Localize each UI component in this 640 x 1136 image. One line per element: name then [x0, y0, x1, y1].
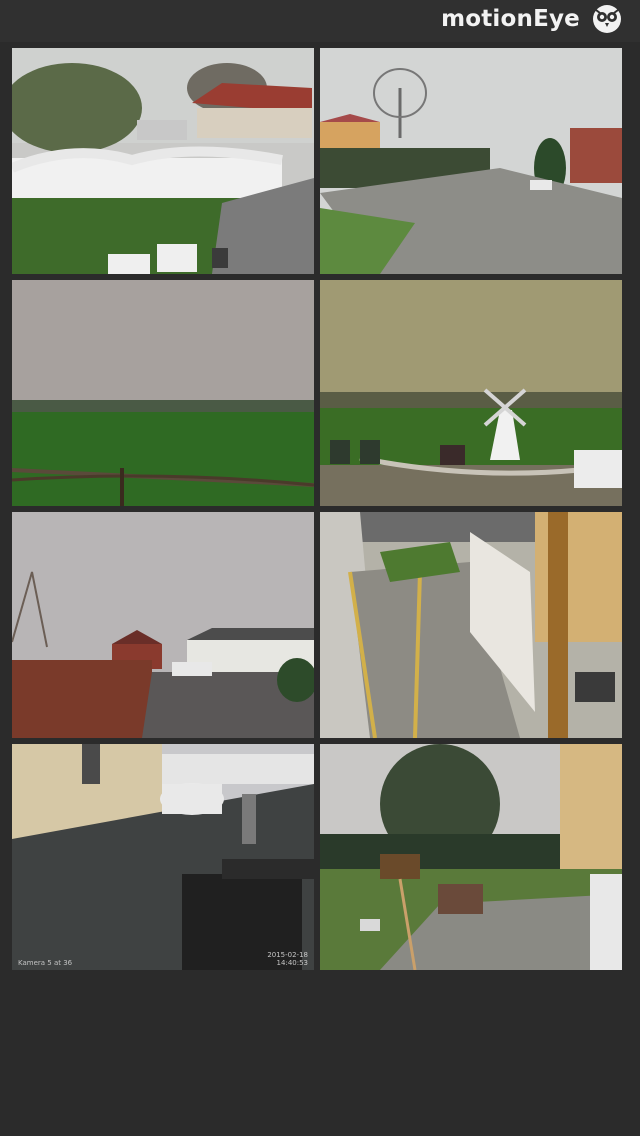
camera-feed-image	[320, 48, 622, 274]
app-title: motionEye	[441, 6, 580, 32]
empty-area	[0, 972, 640, 1136]
camera-frame-6[interactable]	[320, 512, 622, 738]
camera-feed-image	[12, 48, 314, 274]
camera-feed-image	[320, 512, 622, 738]
camera-frame-3[interactable]	[12, 280, 314, 506]
camera-frame-5[interactable]	[12, 512, 314, 738]
camera-frame-7[interactable]: Kamera 5 at 36 2015-02-18 14:40:53	[12, 744, 314, 970]
camera-feed-image	[12, 512, 314, 738]
owl-icon[interactable]	[592, 4, 622, 34]
timestamp-time: 14:40:53	[276, 959, 308, 967]
camera-frame-4[interactable]	[320, 280, 622, 506]
camera-frame-1[interactable]	[12, 48, 314, 274]
camera-timestamp: 2015-02-18 14:40:53	[267, 951, 308, 967]
camera-feed-image	[320, 744, 622, 970]
camera-name-label: Kamera 5 at 36	[18, 959, 73, 967]
camera-frame-2[interactable]	[320, 48, 622, 274]
timestamp-date: 2015-02-18	[267, 951, 308, 959]
app-header: motionEye	[0, 0, 640, 42]
camera-feed-image	[320, 280, 622, 506]
camera-feed-image	[12, 744, 314, 970]
camera-frame-8[interactable]	[320, 744, 622, 970]
camera-feed-image	[12, 280, 314, 506]
